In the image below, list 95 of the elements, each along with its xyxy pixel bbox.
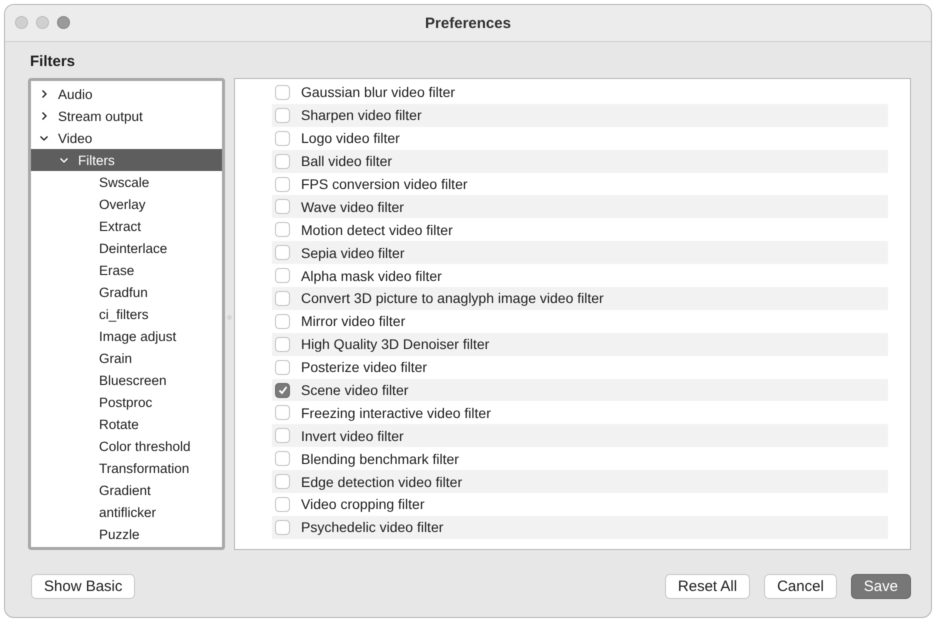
filter-label: FPS conversion video filter: [301, 176, 468, 192]
checkbox[interactable]: [275, 108, 290, 123]
chevron-down-icon[interactable]: [59, 155, 69, 165]
checkbox[interactable]: [275, 496, 290, 512]
checkbox[interactable]: [275, 130, 290, 146]
checkbox[interactable]: [275, 405, 290, 420]
checkbox[interactable]: [275, 245, 290, 260]
tree-item[interactable]: Transformation: [31, 457, 222, 479]
filter-row[interactable]: Psychedelic video filter: [272, 516, 888, 539]
filter-row[interactable]: FPS conversion video filter: [272, 172, 888, 196]
filter-label: Wave video filter: [301, 198, 404, 215]
filter-row[interactable]: Invert video filter: [272, 424, 888, 448]
checkbox[interactable]: [275, 222, 290, 238]
dialog-button[interactable]: Save: [850, 574, 911, 599]
show-basic-button[interactable]: Show Basic: [31, 574, 136, 599]
filter-row[interactable]: Posterize video filter: [272, 356, 888, 379]
checkbox[interactable]: [275, 382, 290, 398]
filter-label: Freezing interactive video filter: [301, 404, 491, 421]
checkbox[interactable]: [275, 268, 290, 284]
filter-row[interactable]: Video cropping filter: [272, 493, 888, 516]
zoom-icon[interactable]: [57, 16, 70, 29]
dialog-button[interactable]: Reset All: [664, 574, 750, 599]
chevron-down-icon[interactable]: [39, 133, 49, 143]
tree-item[interactable]: Color threshold: [31, 435, 222, 457]
tree-item[interactable]: Filters: [31, 149, 222, 171]
filter-label: Convert 3D picture to anaglyph image video filter: [301, 290, 604, 306]
filter-row[interactable]: Gaussian blur video filter: [272, 81, 888, 104]
checkbox[interactable]: [275, 290, 290, 306]
checkbox[interactable]: [275, 154, 290, 169]
checkbox[interactable]: [275, 474, 290, 490]
filter-label: Mirror video filter: [301, 313, 406, 330]
filter-label: Gaussian blur video filter: [301, 84, 456, 100]
filter-label: Video cropping filter: [301, 496, 424, 512]
filter-row[interactable]: Ball video filter: [272, 150, 888, 173]
filter-label: Psychedelic video filter: [301, 519, 444, 536]
filter-label: Invert video filter: [301, 428, 404, 444]
tree-item[interactable]: Erase: [31, 259, 222, 281]
tree-item[interactable]: ci_filters: [31, 303, 222, 325]
filter-label: Sharpen video filter: [301, 107, 422, 124]
tree-item[interactable]: Overlay: [31, 193, 222, 215]
filter-label: High Quality 3D Denoiser filter: [301, 336, 490, 352]
filter-label: Alpha mask video filter: [301, 268, 442, 284]
filter-label: Ball video filter: [301, 153, 392, 170]
checkbox[interactable]: [275, 360, 290, 375]
dialog-button[interactable]: Cancel: [764, 574, 837, 599]
window-title: Preferences: [425, 14, 511, 32]
checkbox[interactable]: [275, 199, 290, 214]
checkbox[interactable]: [275, 428, 290, 444]
tree-item[interactable]: Rotate: [31, 413, 222, 435]
tree-item[interactable]: Swscale: [31, 171, 222, 193]
tree-item[interactable]: Grain: [31, 347, 222, 369]
filter-row[interactable]: Scene video filter: [272, 378, 888, 402]
filter-row[interactable]: Mirror video filter: [272, 310, 888, 333]
checkmark-icon: [276, 384, 288, 396]
filter-row[interactable]: Motion detect video filter: [272, 218, 888, 242]
checkbox[interactable]: [275, 520, 290, 535]
filter-row[interactable]: High Quality 3D Denoiser filter: [272, 332, 888, 356]
tree-item[interactable]: antiflicker: [31, 501, 222, 523]
close-icon[interactable]: [15, 16, 28, 29]
tree-item[interactable]: Deinterlace: [31, 237, 222, 259]
filter-row[interactable]: Blending benchmark filter: [272, 447, 888, 470]
filter-label: Logo video filter: [301, 130, 400, 146]
tree-item[interactable]: Gradient: [31, 479, 222, 501]
minimize-icon[interactable]: [36, 16, 49, 29]
tree-item[interactable]: Video: [31, 127, 222, 149]
tree-item[interactable]: Postproc: [31, 391, 222, 413]
filter-label: Blending benchmark filter: [301, 450, 459, 467]
filter-row[interactable]: Logo video filter: [272, 126, 888, 150]
checkbox[interactable]: [275, 314, 290, 329]
filter-label: Sepia video filter: [301, 244, 405, 261]
filter-row[interactable]: Sharpen video filter: [272, 104, 888, 127]
tree-item[interactable]: Gradfun: [31, 281, 222, 303]
filter-row[interactable]: Edge detection video filter: [272, 470, 888, 494]
filter-label: Scene video filter: [301, 382, 408, 398]
filter-row[interactable]: Alpha mask video filter: [272, 264, 888, 288]
tree-item[interactable]: Stream output: [31, 105, 222, 127]
filter-row[interactable]: Convert 3D picture to anaglyph image video filter: [272, 287, 888, 310]
filter-row[interactable]: Freezing interactive video filter: [272, 401, 888, 424]
filter-label: Edge detection video filter: [301, 474, 462, 490]
chevron-right-icon[interactable]: [39, 89, 49, 99]
section-heading: Filters: [29, 52, 76, 72]
chevron-right-icon[interactable]: [39, 111, 49, 121]
filter-row[interactable]: Sepia video filter: [272, 241, 888, 264]
tree-item[interactable]: Extract: [31, 215, 222, 237]
tree-item[interactable]: Image adjust: [31, 325, 222, 347]
checkbox[interactable]: [275, 336, 290, 352]
filter-row[interactable]: Wave video filter: [272, 195, 888, 218]
tree-item[interactable]: Audio: [31, 83, 222, 105]
checkbox[interactable]: [275, 451, 290, 466]
tree-item[interactable]: Puzzle: [31, 523, 222, 545]
checkbox[interactable]: [275, 176, 290, 192]
filter-label: Motion detect video filter: [301, 222, 453, 238]
filter-label: Posterize video filter: [301, 359, 428, 376]
checkbox[interactable]: [275, 84, 290, 100]
tree-item[interactable]: Bluescreen: [31, 369, 222, 391]
